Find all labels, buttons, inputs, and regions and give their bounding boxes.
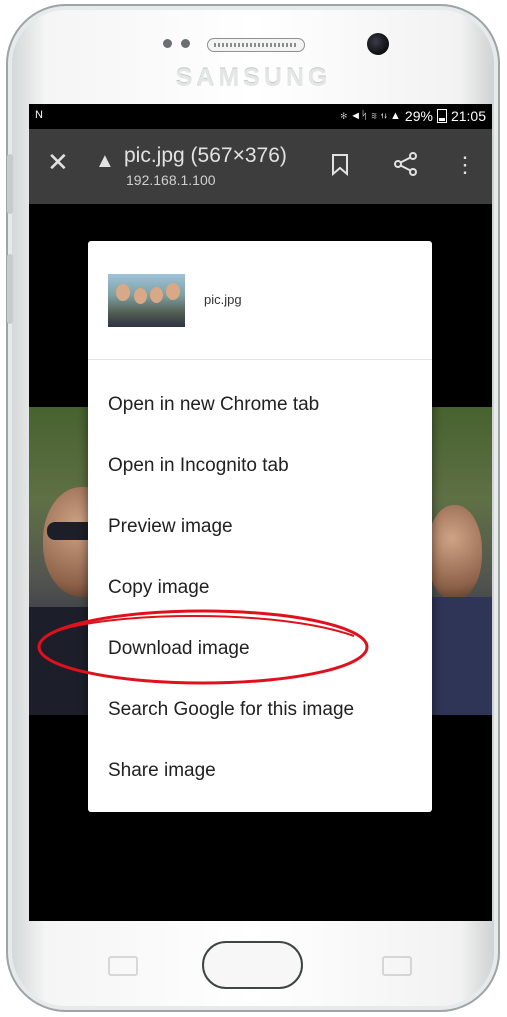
menu-item-open-incognito[interactable]: Open in Incognito tab	[108, 454, 289, 478]
menu-header: pic.jpg	[88, 241, 432, 360]
front-camera	[367, 33, 389, 55]
menu-item-copy-image[interactable]: Copy image	[108, 576, 209, 600]
volume-button	[7, 154, 13, 214]
image-thumbnail	[108, 274, 185, 327]
close-icon[interactable]: ✕	[47, 147, 69, 177]
clock: 21:05	[450, 108, 486, 124]
share-icon[interactable]	[393, 151, 419, 177]
menu-item-search-google[interactable]: Search Google for this image	[108, 698, 354, 722]
battery-percent: 29%	[404, 108, 433, 124]
brand-logo: SAMSUNG	[175, 64, 332, 92]
page-title: pic.jpg (567×376)	[124, 144, 287, 167]
notification-icon: N	[35, 109, 43, 121]
side-key	[7, 254, 13, 324]
warning-icon[interactable]: ▲	[95, 149, 115, 173]
recent-apps-key	[108, 956, 138, 976]
photo-face	[427, 505, 482, 600]
image-context-menu: pic.jpg Open in new Chrome tab Open in I…	[88, 241, 432, 812]
earpiece-grille	[207, 38, 305, 52]
menu-item-share-image[interactable]: Share image	[108, 759, 216, 783]
image-file-name: pic.jpg	[204, 292, 242, 307]
status-icons: ✻ ◄ᛋ ≋ ⇅ ▲ 29% 21:05	[341, 108, 486, 124]
home-button	[202, 941, 303, 989]
menu-item-open-new-tab[interactable]: Open in new Chrome tab	[108, 393, 319, 417]
more-options-icon[interactable]: ⋮	[454, 150, 476, 180]
menu-item-preview-image[interactable]: Preview image	[108, 515, 233, 539]
browser-toolbar: ✕ ▲ pic.jpg (567×376) 192.168.1.100 ⋮	[29, 129, 492, 204]
sensor-dot	[163, 39, 172, 48]
highlight-oval	[37, 609, 369, 685]
bookmark-icon[interactable]	[331, 153, 349, 177]
battery-icon	[436, 109, 447, 123]
page-host: 192.168.1.100	[126, 172, 216, 188]
screen: N ✻ ◄ᛋ ≋ ⇅ ▲ 29% 21:05 ✕ ▲ pic.jpg (567×…	[29, 104, 492, 921]
back-key	[382, 956, 412, 976]
status-indicator-icons: ✻ ◄ᛋ ≋ ⇅ ▲	[340, 110, 401, 122]
status-bar: N ✻ ◄ᛋ ≋ ⇅ ▲ 29% 21:05	[29, 104, 492, 129]
sensor-dot	[181, 39, 190, 48]
